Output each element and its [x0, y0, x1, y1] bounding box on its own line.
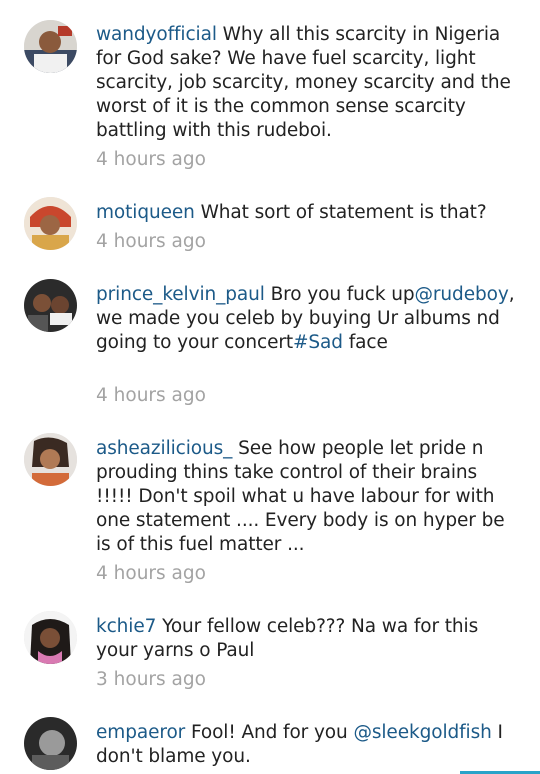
timestamp: 4 hours ago — [96, 149, 206, 170]
timestamp: 4 hours ago — [96, 385, 206, 406]
comment-body: Bro you fuck up — [270, 284, 415, 305]
hashtag-link[interactable]: #Sad — [293, 332, 343, 353]
timestamp: 4 hours ago — [96, 231, 206, 252]
avatar[interactable] — [24, 197, 77, 250]
username-link[interactable]: asheazilicious_ — [96, 438, 232, 459]
avatar[interactable] — [24, 611, 77, 664]
username-link[interactable]: motiqueen — [96, 202, 195, 223]
mention-link[interactable]: @sleekgoldfish — [353, 722, 491, 743]
username-link[interactable]: empaeror — [96, 722, 185, 743]
avatar[interactable] — [24, 279, 77, 332]
comment-text: kchie7 Your fellow celeb??? Na wa for th… — [96, 615, 516, 663]
username-link[interactable]: kchie7 — [96, 616, 156, 637]
comment-body: What sort of statement is that? — [200, 202, 487, 223]
comment-text: asheazilicious_ See how people let pride… — [96, 437, 516, 557]
avatar[interactable] — [24, 433, 77, 486]
comment-text: motiqueen What sort of statement is that… — [96, 201, 516, 225]
timestamp: 3 hours ago — [96, 669, 206, 690]
avatar[interactable] — [24, 20, 77, 73]
avatar[interactable] — [24, 717, 77, 770]
timestamp: 4 hours ago — [96, 563, 206, 584]
username-link[interactable]: wandyofficial — [96, 24, 217, 45]
comment-text: wandyofficial Why all this scarcity in N… — [96, 23, 516, 143]
comment-text: prince_kelvin_paul Bro you fuck up@rudeb… — [96, 283, 516, 355]
comment-body: face — [342, 332, 388, 353]
comment-body: Fool! And for you — [190, 722, 354, 743]
username-link[interactable]: prince_kelvin_paul — [96, 284, 265, 305]
mention-link[interactable]: @rudeboy — [415, 284, 509, 305]
comment-text: empaeror Fool! And for you @sleekgoldfis… — [96, 721, 516, 769]
